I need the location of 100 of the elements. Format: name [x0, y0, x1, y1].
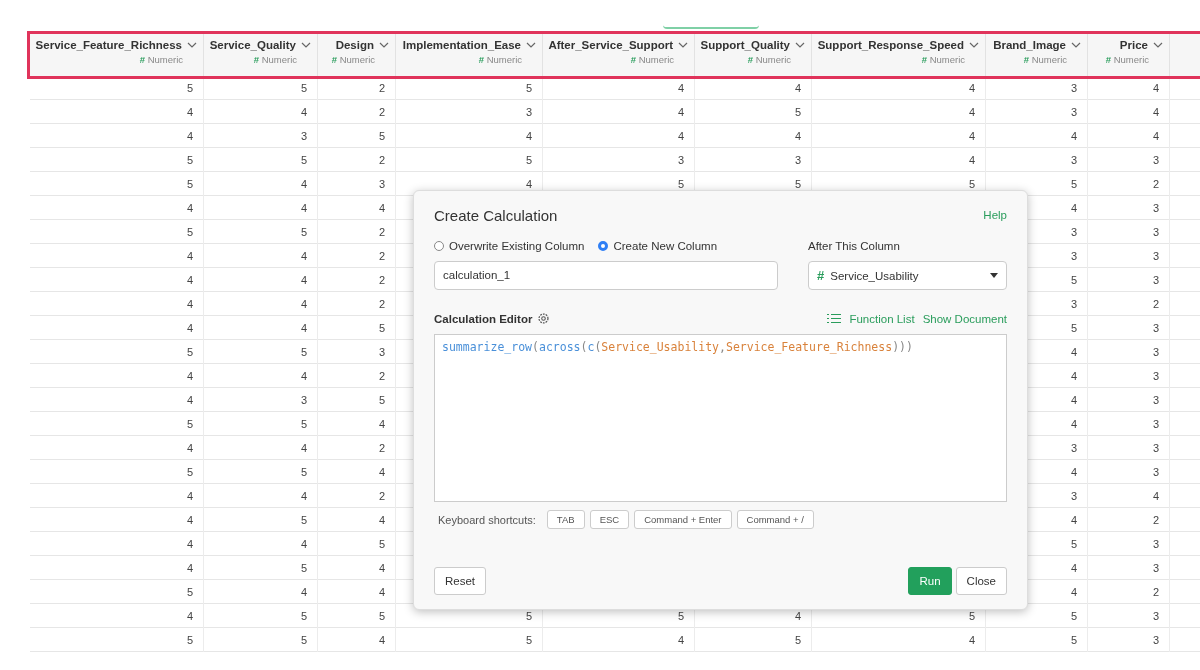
table-cell: 3 — [1152, 634, 1159, 646]
table-cell: 3 — [1070, 250, 1077, 262]
column-header[interactable]: Support_Response_Speed — [817, 39, 964, 51]
table-cell: 4 — [1070, 586, 1077, 598]
table-cell: 3 — [1152, 442, 1159, 454]
table-cell: 5 — [525, 154, 532, 166]
numeric-type-icon: # — [253, 54, 259, 65]
chevron-down-icon[interactable] — [795, 42, 805, 48]
table-cell: 5 — [378, 394, 385, 406]
table-cell: 5 — [378, 610, 385, 622]
chevron-down-icon[interactable] — [678, 42, 688, 48]
column-header[interactable]: Service_Quality — [209, 39, 296, 51]
column-select[interactable]: # Service_Usability — [808, 261, 1007, 290]
column-type: Numeric — [261, 54, 297, 65]
table-cell: 3 — [1152, 250, 1159, 262]
table-cell: 4 — [968, 634, 975, 646]
caret-icon — [990, 273, 998, 278]
field-label: After This Column — [808, 240, 901, 252]
table-cell: 5 — [186, 154, 193, 166]
shortcuts-label: Keyboard shortcuts: — [438, 513, 536, 526]
table-cell: 5 — [378, 130, 385, 142]
table-cell: 4 — [378, 634, 385, 646]
table-cell: 5 — [525, 610, 532, 622]
table-cell: 4 — [677, 106, 684, 118]
column-header[interactable]: Implementation_Ease — [402, 39, 521, 51]
close-button[interactable]: Close — [955, 567, 1007, 595]
table-cell: 4 — [1070, 514, 1077, 526]
table-cell: 5 — [1070, 634, 1077, 646]
table-cell: 3 — [1152, 346, 1159, 358]
table-cell: 4 — [1152, 106, 1159, 118]
table-cell: 4 — [1070, 370, 1077, 382]
table-cell: 4 — [1070, 130, 1077, 142]
table-cell: 5 — [968, 610, 975, 622]
settings-icon[interactable] — [537, 312, 551, 325]
table-cell: 4 — [186, 562, 193, 574]
table-cell: 5 — [794, 106, 801, 118]
table-cell: 4 — [186, 106, 193, 118]
table-cell: 5 — [1070, 322, 1077, 334]
chevron-down-icon[interactable] — [526, 42, 536, 48]
chevron-down-icon[interactable] — [1153, 42, 1163, 48]
chevron-down-icon[interactable] — [1071, 42, 1081, 48]
chevron-down-icon[interactable] — [301, 42, 311, 48]
table-cell: 3 — [1152, 610, 1159, 622]
table-cell: 3 — [525, 106, 532, 118]
table-cell: 4 — [300, 322, 307, 334]
table-cell: 4 — [300, 298, 307, 310]
table-cell: 3 — [1152, 274, 1159, 286]
table-cell: 4 — [378, 514, 385, 526]
table-cell: 4 — [378, 562, 385, 574]
table-cell: 4 — [1070, 346, 1077, 358]
shortcut-key: Command + / — [736, 510, 814, 529]
table-cell: 5 — [525, 82, 532, 94]
table-cell: 5 — [300, 418, 307, 430]
table-cell: 4 — [186, 322, 193, 334]
table-cell: 4 — [968, 82, 975, 94]
table-cell: 2 — [378, 250, 385, 262]
column-header[interactable]: Design — [335, 39, 374, 51]
table-cell: 5 — [186, 418, 193, 430]
table-cell: 4 — [677, 130, 684, 142]
chevron-down-icon[interactable] — [379, 42, 389, 48]
table-cell: 5 — [300, 514, 307, 526]
table-cell: 4 — [186, 514, 193, 526]
column-header[interactable]: Price — [1119, 39, 1148, 51]
table-cell: 4 — [186, 538, 193, 550]
numeric-type-icon: # — [1023, 54, 1029, 65]
dialog-title: Create Calculation — [434, 207, 558, 224]
table-cell: 2 — [378, 490, 385, 502]
numeric-type-icon: # — [747, 54, 753, 65]
table-cell: 4 — [186, 442, 193, 454]
list-icon[interactable] — [827, 313, 842, 324]
shortcut-key: Command + Enter — [634, 510, 732, 529]
chevron-down-icon[interactable] — [969, 42, 979, 48]
chevron-down-icon[interactable] — [187, 42, 197, 48]
reset-button[interactable]: Reset — [434, 567, 487, 595]
code-editor[interactable]: summarize_row(across(c(Service_Usability,Service_Feature_Richness))) — [434, 334, 1007, 502]
column-header[interactable]: Support_Quality — [700, 39, 790, 51]
table-cell: 5 — [794, 178, 801, 190]
table-cell: 3 — [1152, 394, 1159, 406]
column-header[interactable]: After_Service_Support — [548, 39, 673, 51]
table-cell: 4 — [525, 178, 532, 190]
table-cell: 5 — [300, 82, 307, 94]
table-cell: 4 — [186, 370, 193, 382]
table-cell: 2 — [378, 370, 385, 382]
table-cell: 3 — [300, 130, 307, 142]
table-cell: 4 — [378, 466, 385, 478]
column-header[interactable]: Brand_Image — [993, 39, 1066, 51]
table-cell: 4 — [186, 130, 193, 142]
table-cell: 5 — [378, 538, 385, 550]
table-cell: 5 — [300, 466, 307, 478]
shortcut-key: TAB — [546, 510, 585, 529]
table-cell: 4 — [300, 442, 307, 454]
table-cell: 5 — [186, 634, 193, 646]
column-name-field[interactable]: calculation_1 — [434, 261, 778, 290]
table-cell: 3 — [1070, 442, 1077, 454]
table-cell: 4 — [378, 586, 385, 598]
column-header[interactable]: Service_Feature_Richness — [35, 39, 182, 51]
radio-option[interactable]: Create New Column — [598, 240, 718, 252]
numeric-type-icon: # — [630, 54, 636, 65]
table-cell: 3 — [794, 154, 801, 166]
radio-option[interactable]: Overwrite Existing Column — [434, 240, 585, 252]
